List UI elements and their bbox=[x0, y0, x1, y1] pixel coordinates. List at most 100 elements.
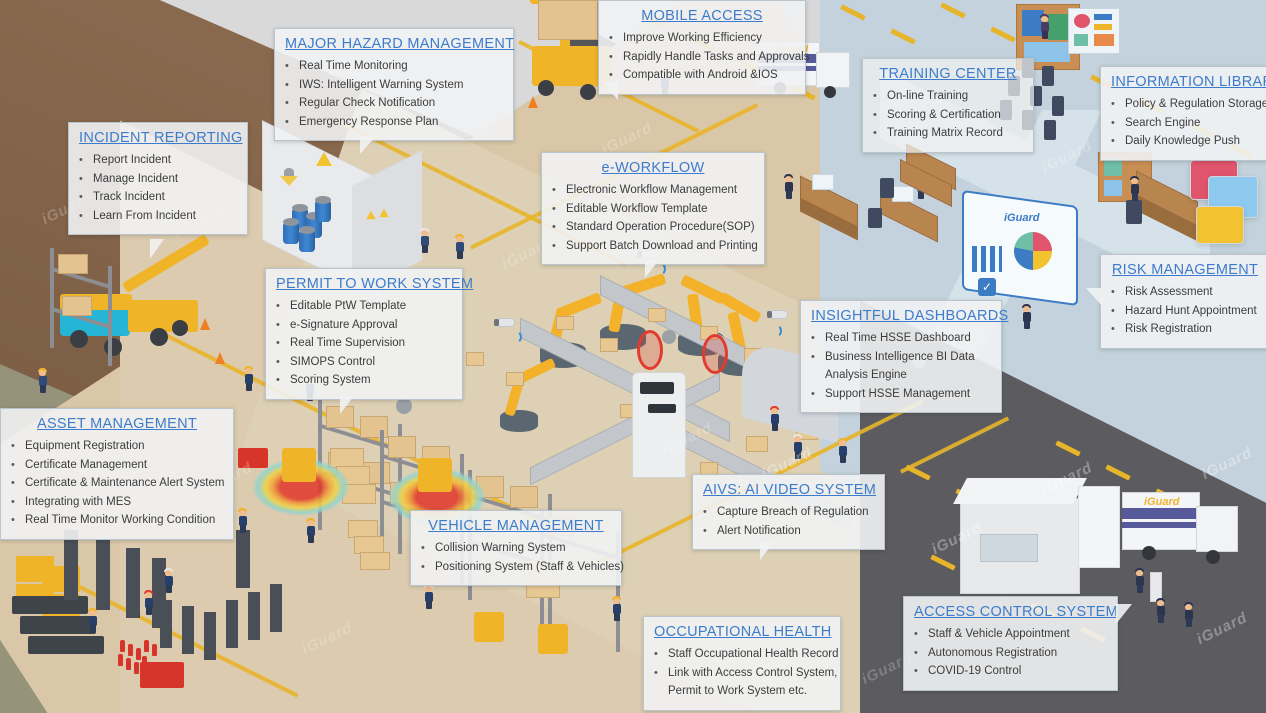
list-item: • Staff & Vehicle Appointment bbox=[914, 625, 1107, 644]
callout-incident-reporting[interactable]: INCIDENT REPORTING • Report Incident • Man… bbox=[68, 122, 248, 235]
bullet-icon: • bbox=[552, 184, 556, 196]
list-item-label: Support HSSE Management bbox=[825, 387, 971, 400]
traffic-cone-3 bbox=[528, 96, 538, 108]
list-item: • Real Time Monitoring bbox=[285, 57, 503, 76]
list-item-label: Electronic Workflow Management bbox=[566, 184, 738, 196]
list-item-label: Improve Working Efficiency bbox=[623, 32, 762, 44]
list-item: • Positioning System (Staff & Vehicles) bbox=[421, 558, 624, 577]
list-item-label: Real Time HSSE Dashboard bbox=[825, 332, 971, 344]
list-item-label: IWS: Intelligent Warning System bbox=[299, 78, 464, 91]
callout-e-workflow[interactable]: e-WORKFLOW • Electronic Workflow Manageme… bbox=[541, 152, 765, 265]
list-item: • Track Incident bbox=[79, 188, 237, 207]
callout-items: • Equipment Registration • Certificate Man… bbox=[11, 437, 224, 530]
callout-training-center[interactable]: TRAINING CENTER • On-line Training • Scori… bbox=[862, 58, 1034, 153]
callout-pointer-incident-reporting bbox=[150, 239, 164, 259]
bullet-icon: • bbox=[1111, 135, 1115, 147]
callout-title: VEHICLE MANAGEMENT bbox=[428, 518, 604, 534]
bullet-icon: • bbox=[11, 458, 15, 471]
list-item-label: Standard Operation Procedure(SOP) bbox=[566, 221, 755, 233]
gatehouse-roof bbox=[953, 478, 1087, 504]
list-item-label: Real Time Monitoring bbox=[299, 60, 408, 72]
bullet-icon: • bbox=[1111, 98, 1115, 110]
list-item: • Standard Operation Procedure(SOP) bbox=[552, 218, 755, 237]
callout-pointer-e-workflow bbox=[645, 260, 659, 278]
forklift-3 bbox=[474, 612, 504, 642]
list-item: • Collision Warning System bbox=[421, 539, 611, 558]
list-item-label: Rapidly Handle Tasks and Approvals bbox=[623, 50, 810, 63]
bullet-icon: • bbox=[1111, 323, 1115, 335]
list-item-label: Training Matrix Record bbox=[887, 127, 1003, 139]
list-item-label: Emergency Response Plan bbox=[299, 115, 439, 128]
callout-title: INSIGHTFUL DASHBOARDS bbox=[811, 308, 1009, 324]
visitor-figure-2 bbox=[1184, 602, 1193, 627]
list-item: • Training Matrix Record bbox=[873, 124, 1023, 143]
gatehouse-window bbox=[980, 534, 1038, 562]
list-item: • Staff Occupational Health Record bbox=[654, 645, 838, 664]
callout-mobile-access[interactable]: MOBILE ACCESS • Improve Working Efficienc… bbox=[598, 0, 810, 95]
list-item: • Support HSSE Management bbox=[811, 385, 991, 404]
red-tool-cart bbox=[140, 662, 184, 688]
bullet-icon: • bbox=[421, 560, 425, 573]
callout-items: • Staff & Vehicle Appointment • Autonomous… bbox=[914, 625, 1107, 681]
bullet-icon: • bbox=[873, 108, 877, 121]
list-item-label: Positioning System (Staff & Vehicles) bbox=[435, 560, 624, 573]
callout-aivs-ai-video-system[interactable]: AIVS: AI VIDEO SYSTEM • Capture Breach of… bbox=[692, 474, 885, 550]
list-item-label: Staff & Vehicle Appointment bbox=[928, 628, 1070, 640]
worker-figure bbox=[38, 368, 47, 393]
list-item: • Alert Notification bbox=[703, 522, 874, 541]
bullet-icon: • bbox=[285, 78, 289, 91]
list-item: • Manage Incident bbox=[79, 170, 237, 189]
callout-pointer-major-hazard bbox=[360, 136, 376, 154]
callout-items: • Collision Warning System • Positioning S… bbox=[421, 539, 624, 577]
list-item-label: Integrating with MES bbox=[25, 495, 132, 508]
list-item: • Business Intelligence BI Data bbox=[811, 348, 991, 367]
callout-permit-to-work-system[interactable]: PERMIT TO WORK SYSTEM • Editable PtW Temp… bbox=[265, 268, 474, 400]
bullet-icon: • bbox=[79, 209, 83, 222]
list-item-label: Policy & Regulation Storage bbox=[1125, 98, 1266, 110]
bullet-icon: • bbox=[914, 665, 918, 677]
list-item-label: Search Engine bbox=[1125, 116, 1201, 129]
list-item-label: Scoring System bbox=[290, 374, 371, 386]
list-item-label: Risk Registration bbox=[1125, 323, 1212, 335]
callout-risk-management[interactable]: RISK MANAGEMENT • Risk Assessment • Hazard… bbox=[1100, 254, 1266, 349]
list-item-label: Track Incident bbox=[93, 191, 165, 203]
list-item: • Real Time Monitor Working Condition bbox=[11, 511, 223, 530]
callout-asset-management[interactable]: ASSET MANAGEMENT • Equipment Registration… bbox=[0, 408, 234, 540]
bullet-icon: • bbox=[421, 542, 425, 554]
list-item: • Support Batch Download and Printing bbox=[552, 237, 758, 256]
forklift-4 bbox=[538, 624, 568, 654]
callout-access-control-system[interactable]: ACCESS CONTROL SYSTEM • Staff & Vehicle A… bbox=[903, 596, 1118, 691]
infographic-canvas: iGuard ✓ iGuard iGuard iGuard iGuard iGu… bbox=[0, 0, 1266, 713]
callout-insightful-dashboards[interactable]: INSIGHTFUL DASHBOARDS • Real Time HSSE Da… bbox=[800, 300, 1009, 413]
callout-items: • Editable PtW Template • e-Signature Appr… bbox=[276, 297, 452, 390]
bullet-icon: • bbox=[11, 514, 15, 526]
callout-items: • On-line Training • Scoring & Certificati… bbox=[873, 87, 1023, 143]
list-item: • Report Incident bbox=[79, 151, 237, 170]
list-item-label: Scoring & Certification bbox=[887, 108, 1001, 121]
list-item: • Equipment Registration bbox=[11, 437, 223, 456]
list-item-label: Support Batch Download and Printing bbox=[566, 239, 758, 252]
list-item-label: SIMOPS Control bbox=[290, 355, 375, 368]
list-item: • On-line Training bbox=[873, 87, 1023, 106]
worker-figure bbox=[164, 568, 173, 593]
list-item: • Learn From Incident bbox=[79, 207, 237, 226]
list-item-label: Hazard Hunt Appointment bbox=[1125, 304, 1257, 317]
bullet-icon: • bbox=[79, 191, 83, 203]
callout-major-hazard-management[interactable]: MAJOR HAZARD MANAGEMENT • Real Time Monit… bbox=[274, 28, 514, 141]
bullet-icon: • bbox=[1111, 116, 1115, 129]
callout-items: • Real Time Monitoring • IWS: Intelligent … bbox=[285, 57, 503, 131]
callout-title: PERMIT TO WORK SYSTEM bbox=[276, 276, 474, 292]
callout-title: e-WORKFLOW bbox=[601, 160, 705, 176]
bullet-icon: • bbox=[703, 524, 707, 537]
worker-figure bbox=[1022, 304, 1031, 329]
callout-pointer-mobile-access bbox=[602, 82, 618, 100]
list-item-label: On-line Training bbox=[887, 90, 969, 102]
list-item-label: Business Intelligence BI Data bbox=[825, 350, 975, 363]
callout-title: TRAINING CENTER bbox=[879, 66, 1017, 82]
callout-occupational-health[interactable]: OCCUPATIONAL HEALTH • Staff Occupational … bbox=[643, 616, 841, 711]
callout-information-library[interactable]: INFORMATION LIBRARY • Policy & Regulation… bbox=[1100, 66, 1266, 161]
callout-vehicle-management[interactable]: VEHICLE MANAGEMENT • Collision Warning Sy… bbox=[410, 510, 624, 586]
bullet-icon: • bbox=[11, 440, 15, 452]
callout-items: • Electronic Workflow Management • Editabl… bbox=[552, 181, 758, 256]
list-item: • Electronic Workflow Management bbox=[552, 181, 754, 200]
